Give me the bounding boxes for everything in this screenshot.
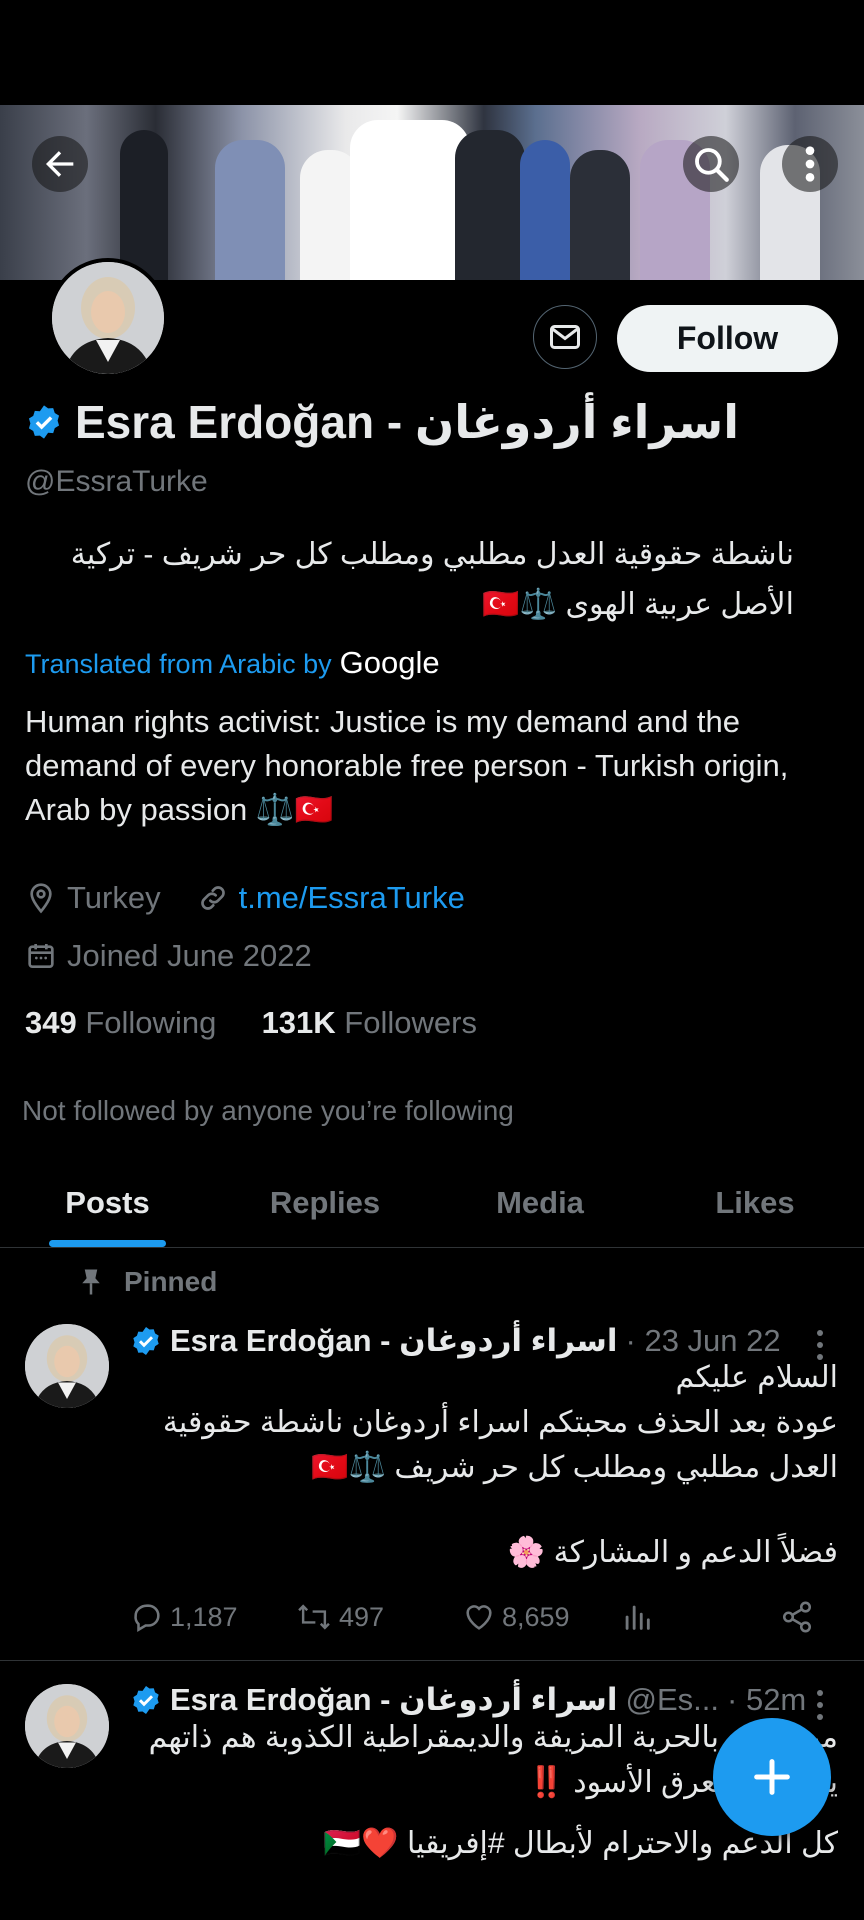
joined-row: Joined June 2022 (25, 938, 312, 974)
post-body: السلام عليكم عودة بعد الحذف محبتكم اسراء… (138, 1355, 838, 1575)
post-line: السلام عليكم (675, 1361, 838, 1394)
pin-icon (82, 1269, 100, 1295)
bio-translated: Human rights activist: Justice is my dem… (25, 704, 789, 827)
tab-replies[interactable]: Replies (245, 1185, 405, 1221)
followers-count: 131K (261, 1005, 336, 1040)
post-avatar[interactable] (25, 1324, 109, 1408)
followers-link[interactable]: 131K Followers (262, 1005, 477, 1040)
share-button[interactable] (780, 1600, 814, 1634)
profile-location: Turkey (67, 880, 161, 915)
plus-icon (754, 1759, 790, 1795)
post-divider (0, 1660, 864, 1661)
like-button[interactable]: 8,659 (462, 1600, 570, 1634)
pinned-label-row: Pinned (78, 1266, 217, 1298)
post-line: العدل مطلبي ومطلب كل حر شريف ⚖️🇹🇷 (311, 1451, 838, 1484)
active-tab-indicator (49, 1240, 166, 1247)
envelope-icon (550, 325, 580, 349)
message-button[interactable] (533, 305, 597, 369)
share-icon (782, 1601, 812, 1633)
verified-badge-icon (28, 405, 60, 439)
tab-media[interactable]: Media (460, 1185, 620, 1221)
profile-meta-row: Turkey t.me/EssraTurke (25, 880, 465, 916)
verified-badge-icon (133, 1327, 159, 1355)
search-icon (695, 148, 729, 182)
more-vertical-icon (805, 146, 815, 182)
profile-website-link[interactable]: t.me/EssraTurke (239, 880, 465, 916)
calendar-icon (28, 944, 54, 968)
post-timestamp: · 52m (727, 1682, 807, 1717)
comment-icon (134, 1604, 160, 1633)
like-count: 8,659 (502, 1601, 570, 1632)
post-author-name[interactable]: Esra Erdoğan - اسراء أردوغان (170, 1323, 618, 1359)
post-line: عودة بعد الحذف محبتكم اسراء أردوغان ناشط… (162, 1406, 838, 1439)
pinned-label: Pinned (124, 1266, 218, 1297)
follow-button[interactable]: Follow (617, 305, 838, 372)
post-header: Esra Erdoğan - اسراء أردوغان @Es... · 52… (130, 1682, 806, 1718)
follow-counts: 349 Following 131K Followers (25, 1005, 477, 1041)
status-bar (0, 0, 864, 105)
profile-banner (0, 105, 864, 280)
display-name: Esra Erdoğan - اسراء أردوغان (75, 396, 740, 448)
heart-icon (466, 1605, 492, 1630)
post-avatar[interactable] (25, 1684, 109, 1768)
verified-badge-icon (133, 1686, 159, 1714)
translated-label: Translated from Arabic by (25, 649, 332, 679)
repost-icon (298, 1604, 330, 1630)
avatar-image (25, 1324, 109, 1408)
post-timestamp: · 23 Jun 22 (625, 1323, 781, 1358)
location-pin-icon (30, 883, 52, 914)
followers-label: Followers (344, 1005, 477, 1040)
reply-count: 1,187 (170, 1601, 238, 1632)
following-link[interactable]: 349 Following (25, 1005, 216, 1040)
views-button[interactable] (620, 1600, 654, 1634)
repost-button[interactable]: 497 (295, 1600, 384, 1634)
post-author-name[interactable]: Esra Erdoğan - اسراء أردوغان (170, 1682, 618, 1718)
search-button[interactable] (683, 136, 739, 192)
post-author-handle: @Es... (625, 1682, 720, 1717)
post-line: فضلاً الدعم و المشاركة 🌸 (507, 1536, 838, 1569)
more-options-button[interactable] (782, 136, 838, 192)
reply-button[interactable]: 1,187 (130, 1600, 238, 1634)
repost-count: 497 (339, 1601, 385, 1632)
avatar-image (25, 1684, 109, 1768)
bottom-safe-area (0, 1870, 864, 1920)
back-button[interactable] (32, 136, 88, 192)
profile-avatar[interactable] (48, 258, 168, 378)
profile-name-row: Esra Erdoğan - اسراء أردوغان (25, 395, 739, 449)
tab-likes[interactable]: Likes (675, 1185, 835, 1221)
not-followed-notice: Not followed by anyone you’re following (22, 1095, 514, 1126)
translation-attribution[interactable]: Translated from Arabic by Google (25, 645, 440, 681)
following-label: Following (85, 1005, 217, 1040)
profile-tabs: Posts Replies Media Likes (0, 1165, 864, 1248)
arrow-left-icon (46, 151, 74, 177)
following-count: 349 (25, 1005, 77, 1040)
google-logo: Google (339, 645, 440, 680)
avatar-image (52, 262, 164, 374)
post-line: كل الدعم والاحترام لأبطال #إفريقيا ❤️🇸🇩 (323, 1827, 838, 1860)
profile-handle: @EssraTurke (25, 465, 208, 498)
bio-original: ناشطة حقوقية العدل مطلبي ومطلب كل حر شري… (70, 538, 794, 621)
joined-date: Joined June 2022 (67, 938, 312, 973)
link-icon (200, 886, 225, 910)
compose-post-button[interactable] (713, 1718, 831, 1836)
tab-posts[interactable]: Posts (49, 1185, 166, 1221)
post-header: Esra Erdoğan - اسراء أردوغان · 23 Jun 22 (130, 1323, 781, 1359)
analytics-icon (625, 1605, 650, 1630)
